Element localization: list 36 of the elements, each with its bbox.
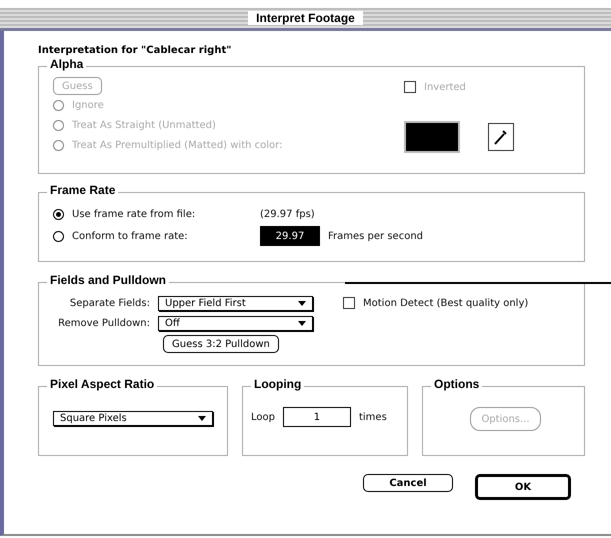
group-title: Options [431, 377, 482, 391]
loop-count-field[interactable]: 1 [282, 407, 351, 427]
caret-icon [298, 320, 306, 326]
unit-label: Frames per second [328, 230, 423, 242]
frame-rate-field[interactable]: 29.97 [260, 226, 320, 246]
separate-fields-dropdown[interactable]: Upper Field First [158, 296, 313, 310]
dialog-heading: Interpretation for "Cablecar right" [38, 45, 232, 56]
radio-label: Treat As Premultiplied (Matted) with color: [72, 140, 282, 150]
field-label: Remove Pulldown: [57, 318, 150, 328]
radio-label: Treat As Straight (Unmatted) [72, 120, 216, 130]
radio-label: Ignore [72, 100, 104, 110]
cancel-button[interactable]: Cancel [363, 474, 453, 492]
group-title: Looping [251, 377, 304, 391]
radio-label: Conform to frame rate: [72, 230, 189, 242]
checkbox[interactable] [343, 297, 355, 309]
ok-button[interactable]: OK [475, 474, 571, 500]
checkbox-label: Motion Detect (Best quality only) [363, 298, 528, 308]
radio-button[interactable] [53, 208, 64, 220]
radio-button[interactable] [53, 230, 64, 242]
field-label: Separate Fields: [68, 298, 150, 308]
group-title: Fields and Pulldown [47, 273, 170, 287]
group-title: Pixel Aspect Ratio [47, 377, 158, 391]
remove-pulldown-dropdown[interactable]: Off [158, 316, 313, 330]
guess-pulldown-button[interactable]: Guess 3:2 Pulldown [163, 335, 279, 353]
group-title: Frame Rate [47, 183, 118, 197]
caret-icon [298, 300, 306, 306]
group-title: Alpha [47, 57, 86, 71]
loop-label: Loop [251, 412, 275, 422]
caret-icon [198, 416, 206, 421]
window-title: Interpret Footage [248, 11, 363, 25]
unit-label: times [358, 412, 387, 422]
eyedropper-icon [493, 128, 509, 146]
frame-rate-note: (29.97 fps) [260, 208, 315, 220]
pixel-aspect-dropdown[interactable]: Square Pixels [53, 411, 213, 426]
radio-label: Use frame rate from file: [72, 208, 196, 220]
checkbox-label: Inverted [424, 82, 466, 92]
